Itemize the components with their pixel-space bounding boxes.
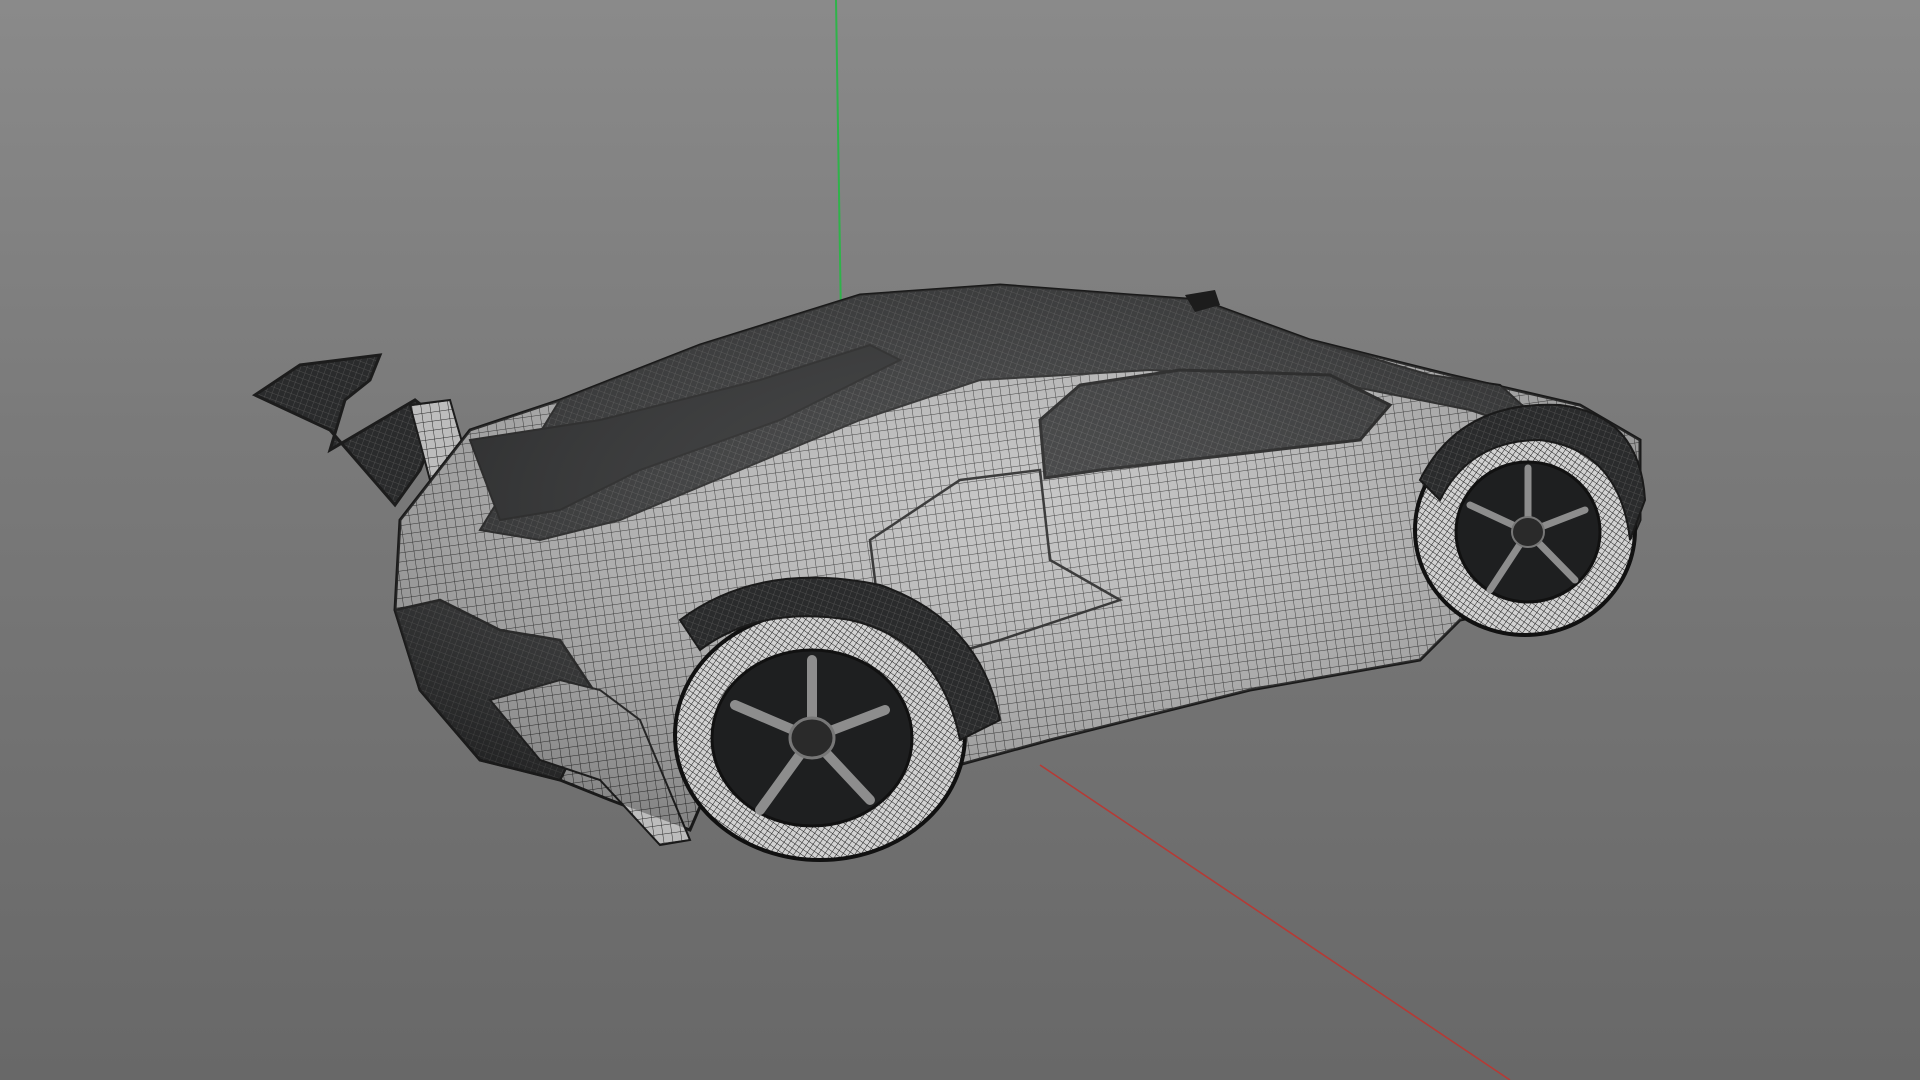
x-axis-line	[1039, 764, 1511, 1080]
y-axis-line	[835, 0, 842, 321]
viewport-scene[interactable]	[0, 0, 1920, 1080]
rear-wing[interactable]	[251, 353, 442, 508]
3d-viewport[interactable]	[0, 0, 1920, 1080]
wireframe-car-model[interactable]	[251, 283, 1647, 862]
